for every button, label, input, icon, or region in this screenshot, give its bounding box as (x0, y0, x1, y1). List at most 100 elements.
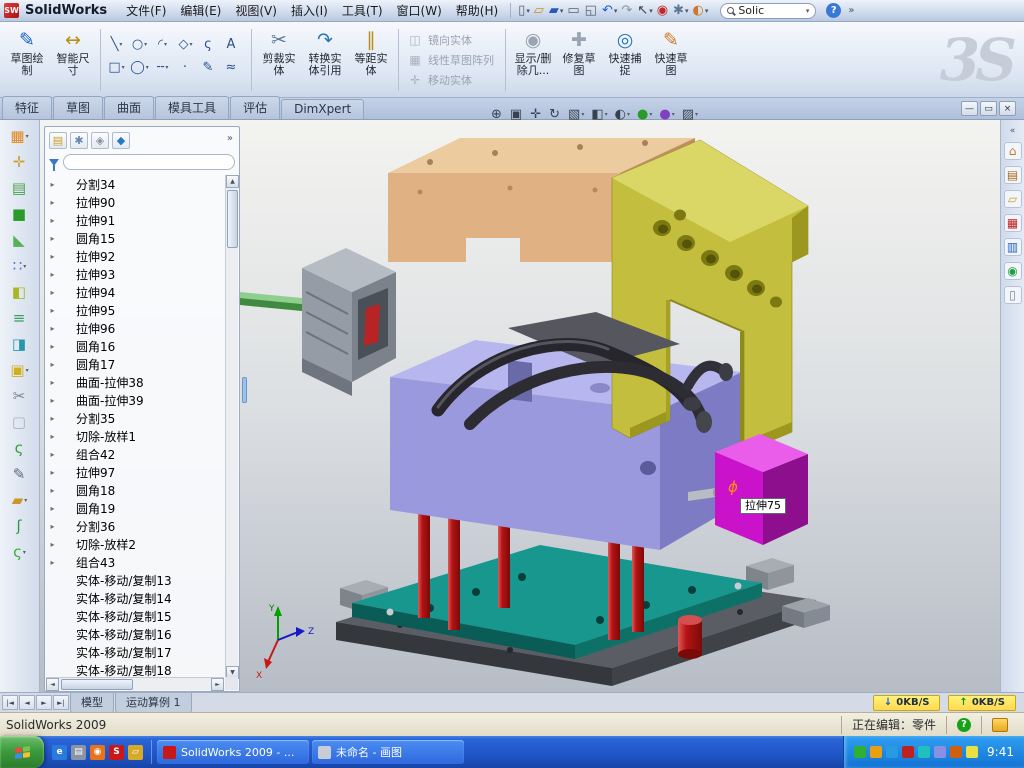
tray-icon[interactable] (966, 746, 978, 758)
scroll-up-button[interactable]: ▲ (226, 175, 239, 188)
left-toolbar-button[interactable]: ▰ ▾ (3, 488, 37, 512)
left-toolbar-button[interactable]: ∷ ▾ (3, 254, 37, 278)
sketch-entity-button[interactable]: ◯ ▾ (128, 56, 151, 79)
feature-tree-item[interactable]: 实体-移动/复制13 (47, 571, 226, 589)
feature-tree-item[interactable]: ▸ 圆角17 (47, 355, 226, 373)
ribbon-button[interactable]: ✎ 快速草图 (648, 25, 694, 95)
tray-icon[interactable] (902, 746, 914, 758)
command-tab[interactable]: 特征 (2, 96, 52, 119)
menu-item[interactable]: 文件(F) (119, 0, 173, 21)
view-tool-button[interactable]: ● ▾ (656, 104, 677, 124)
tree-vertical-scrollbar[interactable]: ▲ ▼ (225, 175, 238, 679)
titlebar-tool-button[interactable]: ↶ ▾ (600, 2, 619, 20)
task-pane-icon[interactable]: ▤ (1004, 166, 1022, 184)
task-pane-icon[interactable]: ◉ (1004, 262, 1022, 280)
panel-tab-icon[interactable]: ◆ (112, 132, 130, 149)
left-toolbar-button[interactable]: ✎ (3, 462, 37, 486)
feature-tree-item[interactable]: ▸ 拉伸95 (47, 301, 226, 319)
ribbon-button[interactable]: ◎ 快速捕捉 (602, 25, 648, 95)
command-tab[interactable]: DimXpert (281, 99, 364, 119)
ribbon-button[interactable]: ✂ 剪裁实体 (256, 25, 302, 95)
left-toolbar-button[interactable]: ◧ (3, 280, 37, 304)
toolbox-icon[interactable] (992, 718, 1008, 732)
task-pane-collapse-chevron[interactable]: « (1010, 126, 1016, 136)
scroll-left-button[interactable]: ◄ (46, 678, 59, 691)
left-toolbar-button[interactable]: ◣ (3, 228, 37, 252)
tray-icon[interactable] (934, 746, 946, 758)
expand-arrow-icon[interactable]: ▸ (48, 468, 57, 477)
tray-icon[interactable] (854, 746, 866, 758)
tray-icon[interactable] (918, 746, 930, 758)
task-pane-icon[interactable]: ▯ (1004, 286, 1022, 304)
view-tool-button[interactable]: ↻ (546, 104, 564, 124)
feature-tree-item[interactable]: ▸ 分割35 (47, 409, 226, 427)
tray-icon[interactable] (950, 746, 962, 758)
ribbon-button[interactable]: ↔ 智能尺寸 (50, 25, 96, 95)
feature-tree-item[interactable]: ▸ 切除-放样1 (47, 427, 226, 445)
ribbon-button[interactable]: ✚ 修复草图 (556, 25, 602, 95)
command-tab[interactable]: 草图 (53, 96, 103, 119)
feature-tree-item[interactable]: ▸ 圆角15 (47, 229, 226, 247)
expand-arrow-icon[interactable]: ▸ (48, 234, 57, 243)
expand-arrow-icon[interactable]: ▸ (48, 378, 57, 387)
feature-tree-item[interactable]: 实体-移动/复制17 (47, 643, 226, 661)
expand-arrow-icon[interactable]: ▸ (48, 180, 57, 189)
panel-tab-icon[interactable]: ◈ (91, 132, 109, 149)
ribbon-button[interactable]: ↷ 转换实体引用 (302, 25, 348, 95)
expand-arrow-icon[interactable]: ▸ (48, 432, 57, 441)
tab-nav-button[interactable]: ►| (53, 695, 69, 710)
feature-tree-item[interactable]: ▸ 拉伸96 (47, 319, 226, 337)
window-control-button[interactable]: × (999, 101, 1016, 116)
feature-tree-item[interactable]: ▸ 圆角19 (47, 499, 226, 517)
sketch-entity-button[interactable]: □ ▾ (105, 56, 128, 79)
task-pane-icon[interactable]: ▦ (1004, 214, 1022, 232)
sketch-entity-button[interactable]: ○ ▾ (128, 33, 151, 56)
sketch-entity-button[interactable]: ◜ ▾ (151, 33, 174, 56)
menu-item[interactable]: 插入(I) (284, 0, 335, 21)
expand-arrow-icon[interactable]: ▸ (48, 450, 57, 459)
menu-item[interactable]: 视图(V) (228, 0, 284, 21)
titlebar-tool-button[interactable]: ▭ (565, 2, 582, 20)
scroll-thumb[interactable] (61, 679, 133, 690)
taskbar-task-button[interactable]: 未命名 - 画图 (312, 740, 464, 764)
taskbar-task-button[interactable]: SolidWorks 2009 - ... (157, 740, 309, 764)
quick-launch-icon[interactable]: ▤ (71, 745, 86, 760)
window-control-button[interactable]: — (961, 101, 978, 116)
ribbon-stack-button[interactable]: ✛ 移动实体 (408, 72, 501, 88)
titlebar-tool-button[interactable]: ◱ (583, 2, 600, 20)
sketch-entity-button[interactable]: ╌ ▾ (151, 56, 174, 79)
left-toolbar-button[interactable]: ✂ (3, 384, 37, 408)
feature-tree-item[interactable]: ▸ 分割34 (47, 175, 226, 193)
tab-nav-button[interactable]: ◄ (19, 695, 35, 710)
tray-icon[interactable] (886, 746, 898, 758)
expand-arrow-icon[interactable]: ▸ (48, 522, 57, 531)
quick-launch-icon[interactable]: S (109, 745, 124, 760)
tab-nav-button[interactable]: |◄ (2, 695, 18, 710)
view-tool-button[interactable]: ● ▾ (634, 104, 655, 124)
left-toolbar-button[interactable]: ʃ (3, 514, 37, 538)
expand-arrow-icon[interactable]: ▸ (48, 216, 57, 225)
expand-arrow-icon[interactable]: ▸ (48, 288, 57, 297)
ribbon-button[interactable]: ∥ 等距实体 (348, 25, 394, 95)
titlebar-tool-button[interactable]: ↖ ▾ (635, 2, 654, 20)
left-toolbar-button[interactable]: ς ▾ (3, 540, 37, 564)
expand-arrow-icon[interactable]: ▸ (48, 540, 57, 549)
menu-item[interactable]: 编辑(E) (173, 0, 228, 21)
expand-arrow-icon[interactable]: ▸ (48, 324, 57, 333)
left-toolbar-button[interactable]: ▤ (3, 176, 37, 200)
tree-horizontal-scrollbar[interactable]: ◄ ► (46, 677, 224, 690)
tab-nav-button[interactable]: ► (36, 695, 52, 710)
feature-tree-item[interactable]: 实体-移动/复制14 (47, 589, 226, 607)
view-tool-button[interactable]: ▣ (507, 104, 526, 124)
task-pane-icon[interactable]: ⌂ (1004, 142, 1022, 160)
expand-arrow-icon[interactable]: ▸ (48, 360, 57, 369)
titlebar-tool-button[interactable]: ▰ ▾ (547, 2, 566, 20)
feature-tree-item[interactable]: ▸ 拉伸92 (47, 247, 226, 265)
sketch-entity-button[interactable]: A (220, 33, 243, 56)
sketch-entity-button[interactable]: ≈ (220, 56, 243, 79)
titlebar-overflow-chevron[interactable]: » (848, 5, 854, 16)
feature-tree-item[interactable]: ▸ 切除-放样2 (47, 535, 226, 553)
panel-overflow-chevron[interactable]: » (227, 133, 233, 144)
window-control-button[interactable]: ▭ (980, 101, 997, 116)
command-tab[interactable]: 曲面 (104, 96, 154, 119)
